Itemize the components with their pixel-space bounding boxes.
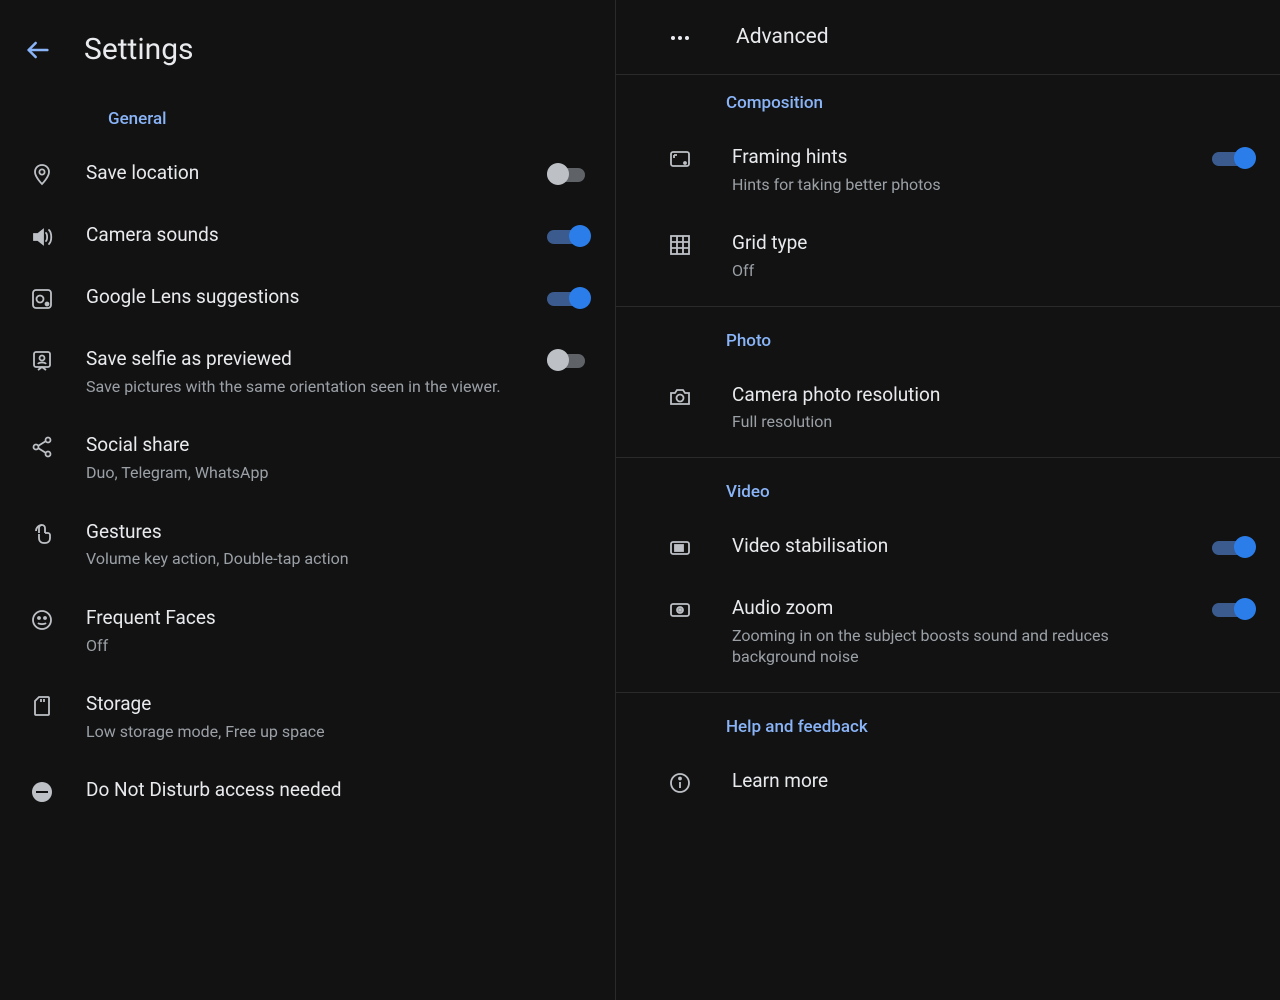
sd-card-icon [28, 692, 56, 718]
section-header-composition: Composition [616, 75, 1280, 127]
divider [616, 306, 1280, 307]
toggle-camera-sounds[interactable] [547, 225, 591, 249]
selfie-icon [28, 347, 56, 373]
item-photo-resolution[interactable]: Camera photo resolution Full resolution [616, 365, 1280, 451]
item-subtitle: Off [732, 260, 1256, 282]
video-icon [666, 534, 694, 560]
back-button[interactable] [24, 36, 52, 64]
item-title: Audio zoom [732, 596, 1174, 621]
item-title: Storage [86, 692, 591, 717]
item-title: Video stabilisation [732, 534, 1174, 559]
item-title: Grid type [732, 231, 1256, 256]
item-subtitle: Off [86, 635, 591, 657]
item-subtitle: Hints for taking better photos [732, 174, 1174, 196]
item-title: Do Not Disturb access needed [86, 778, 591, 803]
framing-icon [666, 145, 694, 171]
item-gestures[interactable]: Gestures Volume key action, Double-tap a… [0, 502, 615, 588]
item-title: Framing hints [732, 145, 1174, 170]
speaker-icon [28, 223, 56, 249]
item-video-stabilisation[interactable]: Video stabilisation [616, 516, 1280, 578]
audio-zoom-icon [666, 596, 694, 622]
toggle-google-lens[interactable] [547, 287, 591, 311]
item-subtitle: Save pictures with the same orientation … [86, 376, 517, 398]
do-not-disturb-icon [28, 778, 56, 804]
divider [616, 692, 1280, 693]
share-icon [28, 433, 56, 459]
section-header-help: Help and feedback [616, 699, 1280, 751]
item-title: Camera sounds [86, 223, 517, 248]
toggle-save-selfie[interactable] [547, 349, 591, 373]
toggle-save-location[interactable] [547, 163, 591, 187]
item-subtitle: Zooming in on the subject boosts sound a… [732, 625, 1174, 668]
item-storage[interactable]: Storage Low storage mode, Free up space [0, 674, 615, 760]
item-title: Save selfie as previewed [86, 347, 517, 372]
item-social-share[interactable]: Social share Duo, Telegram, WhatsApp [0, 415, 615, 501]
more-horizontal-icon [666, 24, 694, 50]
item-title: Frequent Faces [86, 606, 591, 631]
item-grid-type[interactable]: Grid type Off [616, 213, 1280, 299]
item-camera-sounds[interactable]: Camera sounds [0, 205, 615, 267]
item-title: Save location [86, 161, 517, 186]
item-audio-zoom[interactable]: Audio zoom Zooming in on the subject boo… [616, 578, 1280, 686]
face-icon [28, 606, 56, 632]
item-title: Social share [86, 433, 591, 458]
item-title: Google Lens suggestions [86, 285, 517, 310]
settings-panel-right: Advanced Composition Framing hints Hints… [615, 0, 1280, 1000]
toggle-audio-zoom[interactable] [1212, 598, 1256, 622]
section-header-video: Video [616, 464, 1280, 516]
item-frequent-faces[interactable]: Frequent Faces Off [0, 588, 615, 674]
advanced-row[interactable]: Advanced [616, 0, 1280, 75]
info-icon [666, 769, 694, 795]
item-subtitle: Full resolution [732, 411, 1256, 433]
toggle-framing-hints[interactable] [1212, 147, 1256, 171]
section-header-photo: Photo [616, 313, 1280, 365]
item-title: Gestures [86, 520, 591, 545]
page-title: Settings [84, 32, 194, 67]
item-dnd[interactable]: Do Not Disturb access needed [0, 760, 615, 822]
location-pin-icon [28, 161, 56, 187]
divider [616, 457, 1280, 458]
item-subtitle: Low storage mode, Free up space [86, 721, 591, 743]
camera-icon [666, 383, 694, 409]
item-subtitle: Volume key action, Double-tap action [86, 548, 591, 570]
toggle-video-stabilisation[interactable] [1212, 536, 1256, 560]
item-framing-hints[interactable]: Framing hints Hints for taking better ph… [616, 127, 1280, 213]
item-learn-more[interactable]: Learn more [616, 751, 1280, 813]
lens-icon [28, 285, 56, 311]
item-save-location[interactable]: Save location [0, 143, 615, 205]
item-title: Camera photo resolution [732, 383, 1256, 408]
item-save-selfie[interactable]: Save selfie as previewed Save pictures w… [0, 329, 615, 415]
section-header-general: General [0, 91, 615, 143]
item-title: Learn more [732, 769, 1256, 794]
item-subtitle: Duo, Telegram, WhatsApp [86, 462, 591, 484]
touch-icon [28, 520, 56, 546]
grid-icon [666, 231, 694, 257]
item-google-lens[interactable]: Google Lens suggestions [0, 267, 615, 329]
settings-panel-left: Settings General Save location Camera so… [0, 0, 615, 1000]
advanced-title: Advanced [736, 25, 829, 49]
header-row: Settings [0, 20, 615, 91]
